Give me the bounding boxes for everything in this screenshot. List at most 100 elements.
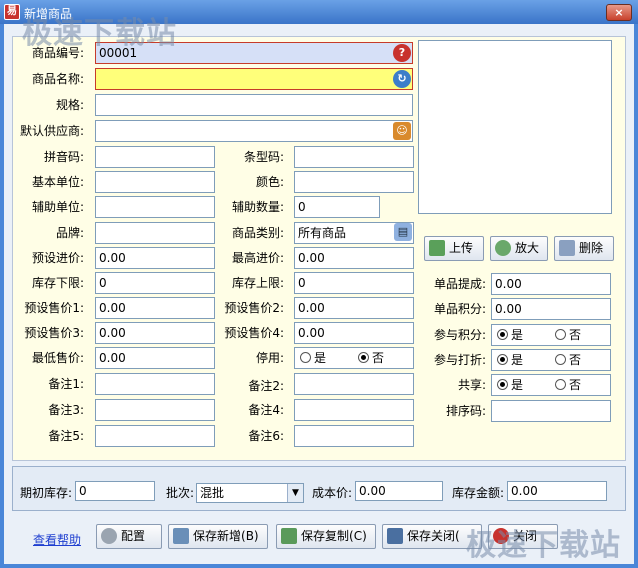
zoom-label: 放大 (515, 241, 540, 255)
price1-input[interactable]: 0.00 (95, 297, 215, 319)
note2-input[interactable] (294, 373, 414, 395)
chevron-down-icon: ▼ (287, 484, 303, 502)
window-title: 新增商品 (24, 7, 73, 21)
stock-min-input[interactable]: 0 (95, 272, 215, 294)
aux-qty-input[interactable]: 0 (294, 196, 380, 218)
supplier-input[interactable] (95, 120, 413, 142)
init-stock-input[interactable]: 0 (75, 481, 155, 501)
barcode-input[interactable] (294, 146, 414, 168)
category-label: 商品类别: (231, 226, 284, 240)
note2-label: 备注2: (248, 379, 284, 393)
amount-label: 库存金额: (451, 486, 504, 500)
base-unit-label: 基本单位: (31, 175, 84, 189)
add-icon (173, 528, 189, 544)
delete-label: 删除 (579, 241, 604, 255)
stock-max-label: 库存上限: (231, 276, 284, 290)
close-window-button[interactable]: × (606, 4, 632, 21)
price2-input[interactable]: 0.00 (294, 297, 414, 319)
save-close-key: ( (455, 529, 460, 543)
save-icon (387, 528, 403, 544)
pinyin-input[interactable] (95, 146, 215, 168)
join-discount-yes-radio[interactable]: 是 (497, 351, 523, 369)
note3-input[interactable] (95, 399, 215, 421)
app-icon: 易 (4, 4, 20, 20)
share-yes-label: 是 (511, 378, 524, 392)
sort-code-label: 排序码: (445, 404, 486, 418)
amount-input[interactable]: 0.00 (507, 481, 607, 501)
points-label: 单品积分: (433, 302, 486, 316)
refresh-icon[interactable]: ↻ (393, 70, 411, 88)
disabled-no-label: 否 (372, 351, 385, 365)
brand-label: 品牌: (55, 226, 84, 240)
max-cost-input[interactable]: 0.00 (294, 247, 414, 269)
join-points-label: 参与积分: (433, 328, 486, 342)
preset-cost-input[interactable]: 0.00 (95, 247, 215, 269)
note5-input[interactable] (95, 425, 215, 447)
radio-off-icon (555, 354, 566, 365)
close-button[interactable]: 关闭 (488, 524, 558, 549)
save-copy-button[interactable]: 保存复制(C) (276, 524, 376, 549)
pinyin-label: 拼音码: (43, 150, 84, 164)
aux-qty-label: 辅助数量: (231, 200, 284, 214)
close-label: 关闭 (513, 529, 538, 543)
book-icon[interactable]: ▤ (394, 223, 412, 241)
batch-value: 混批 (200, 486, 225, 500)
sort-code-input[interactable] (491, 400, 611, 422)
gear-icon (101, 528, 117, 544)
batch-select[interactable]: 混批 ▼ (196, 483, 304, 503)
commission-input[interactable]: 0.00 (491, 273, 611, 295)
spec-input[interactable] (95, 94, 413, 116)
help-icon[interactable]: ? (393, 44, 411, 62)
join-points-yes-label: 是 (511, 328, 524, 342)
join-points-yes-radio[interactable]: 是 (497, 326, 523, 344)
help-link[interactable]: 查看帮助 (33, 531, 81, 548)
stock-max-input[interactable]: 0 (294, 272, 414, 294)
cost-input[interactable]: 0.00 (355, 481, 443, 501)
save-close-button[interactable]: 保存关闭( (382, 524, 482, 549)
init-stock-label: 期初库存: (19, 486, 72, 500)
code-input[interactable]: 00001 (95, 42, 413, 64)
price3-label: 预设售价3: (24, 326, 84, 340)
code-label: 商品编号: (31, 46, 84, 60)
disabled-yes-label: 是 (314, 351, 327, 365)
config-button[interactable]: 配置 (96, 524, 162, 549)
note4-input[interactable] (294, 399, 414, 421)
brand-input[interactable] (95, 222, 215, 244)
save-new-key: (B) (241, 529, 259, 543)
product-image-box[interactable] (418, 40, 612, 214)
min-price-input[interactable]: 0.00 (95, 347, 215, 369)
disabled-yes-radio[interactable]: 是 (300, 349, 326, 367)
price2-label: 预设售价2: (224, 301, 284, 315)
supplier-label: 默认供应商: (19, 124, 84, 138)
share-yes-radio[interactable]: 是 (497, 376, 523, 394)
radio-off-icon (300, 352, 311, 363)
disabled-label: 停用: (255, 351, 284, 365)
note6-input[interactable] (294, 425, 414, 447)
upload-button[interactable]: 上传 (424, 236, 484, 261)
base-unit-input[interactable] (95, 171, 215, 193)
join-points-no-radio[interactable]: 否 (555, 326, 581, 344)
copy-icon (281, 528, 297, 544)
note1-input[interactable] (95, 373, 215, 395)
save-new-button[interactable]: 保存新增(B) (168, 524, 268, 549)
points-input[interactable]: 0.00 (491, 298, 611, 320)
name-input[interactable] (95, 68, 413, 90)
join-discount-no-radio[interactable]: 否 (555, 351, 581, 369)
cost-label: 成本价: (311, 486, 352, 500)
delete-button[interactable]: 删除 (554, 236, 614, 261)
price4-input[interactable]: 0.00 (294, 322, 414, 344)
share-no-radio[interactable]: 否 (555, 376, 581, 394)
aux-unit-input[interactable] (95, 196, 215, 218)
save-copy-label: 保存复制 (301, 529, 350, 543)
people-icon[interactable]: ☺ (393, 122, 411, 140)
radio-on-icon (497, 379, 508, 390)
disabled-no-radio[interactable]: 否 (358, 349, 384, 367)
color-input[interactable] (294, 171, 414, 193)
zoom-button[interactable]: 放大 (490, 236, 548, 261)
preset-cost-label: 预设进价: (31, 251, 84, 265)
config-label: 配置 (121, 529, 146, 543)
note5-label: 备注5: (48, 429, 84, 443)
note3-label: 备注3: (48, 403, 84, 417)
upload-label: 上传 (449, 241, 474, 255)
price3-input[interactable]: 0.00 (95, 322, 215, 344)
